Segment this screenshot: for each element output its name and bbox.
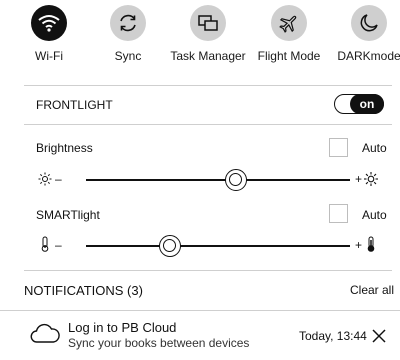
frontlight-label: FRONTLIGHT: [36, 98, 113, 112]
sun-large-icon: [364, 172, 378, 191]
task-manager-toggle[interactable]: Task Manager: [168, 5, 248, 67]
clear-all-button[interactable]: Clear all: [350, 283, 394, 297]
brightness-auto-label: Auto: [362, 141, 387, 155]
thermometer-cold-icon: [40, 236, 50, 257]
divider: [24, 270, 392, 271]
notification-title: Log in to PB Cloud: [68, 320, 177, 335]
frontlight-switch[interactable]: on: [334, 94, 384, 114]
brightness-label: Brightness: [36, 141, 93, 155]
wifi-icon: [31, 5, 67, 41]
notification-subtitle: Sync your books between devices: [68, 336, 250, 350]
smartlight-minus[interactable]: –: [55, 238, 62, 252]
task-manager-icon: [190, 5, 226, 41]
brightness-auto-checkbox[interactable]: [329, 138, 348, 157]
moon-icon: [351, 5, 387, 41]
smartlight-auto-label: Auto: [362, 208, 387, 222]
sync-icon: [110, 5, 146, 41]
smartlight-auto-checkbox[interactable]: [329, 204, 348, 223]
sync-label: Sync: [114, 49, 142, 63]
smartlight-label: SMARTlight: [36, 208, 100, 222]
brightness-minus[interactable]: –: [55, 172, 62, 186]
divider: [24, 124, 392, 125]
notifications-header: NOTIFICATIONS (3): [24, 283, 143, 298]
cloud-icon: [30, 322, 60, 349]
airplane-icon: [271, 5, 307, 41]
task-manager-label: Task Manager: [170, 49, 246, 63]
brightness-plus[interactable]: +: [355, 172, 362, 186]
dark-mode-toggle[interactable]: DARKmode: [329, 5, 400, 67]
sun-small-icon: [38, 172, 52, 191]
dark-mode-label: DARKmode: [337, 49, 400, 63]
flight-mode-toggle[interactable]: Flight Mode: [249, 5, 329, 67]
sync-toggle[interactable]: Sync: [88, 5, 168, 67]
notification-time: Today, 13:44: [299, 329, 367, 343]
smartlight-slider-thumb[interactable]: [159, 235, 182, 257]
divider: [24, 85, 392, 86]
smartlight-slider-track[interactable]: [86, 245, 350, 247]
wifi-toggle[interactable]: Wi-Fi: [9, 5, 89, 67]
wifi-label: Wi-Fi: [35, 49, 63, 63]
frontlight-switch-knob: on: [350, 94, 384, 114]
flight-mode-label: Flight Mode: [257, 49, 321, 63]
smartlight-plus[interactable]: +: [355, 238, 362, 252]
notification-item[interactable]: Log in to PB Cloud Sync your books betwe…: [0, 311, 400, 360]
close-icon[interactable]: [372, 329, 386, 348]
brightness-slider-track[interactable]: [86, 179, 350, 181]
thermometer-warm-icon: [366, 236, 376, 257]
brightness-slider-thumb[interactable]: [225, 169, 248, 191]
